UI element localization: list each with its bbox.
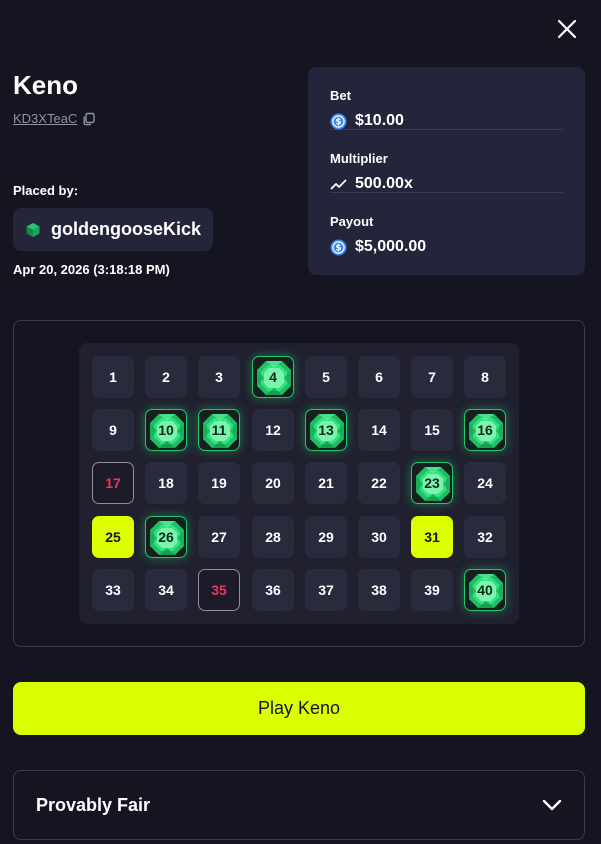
keno-tile-4[interactable]: 4 — [252, 356, 294, 398]
keno-tile-40[interactable]: 40 — [464, 569, 506, 611]
bet-stat: Bet $ $10.00 — [330, 67, 563, 130]
play-keno-button[interactable]: Play Keno — [13, 682, 585, 735]
placed-by-label: Placed by: — [13, 183, 79, 198]
keno-tile-31[interactable]: 31 — [411, 516, 453, 558]
keno-tile-29[interactable]: 29 — [305, 516, 347, 558]
username: goldengooseKick — [51, 219, 202, 239]
keno-tile-30[interactable]: 30 — [358, 516, 400, 558]
keno-tile-22[interactable]: 22 — [358, 462, 400, 504]
payout-label: Payout — [330, 214, 374, 229]
coin-icon: $ — [330, 113, 347, 129]
bet-timestamp: Apr 20, 2026 (3:18:18 PM) — [13, 262, 170, 277]
tile-number: 16 — [477, 422, 493, 438]
keno-tile-13[interactable]: 13 — [305, 409, 347, 451]
tile-number: 40 — [477, 582, 493, 598]
keno-tile-38[interactable]: 38 — [358, 569, 400, 611]
multiplier-value: 500.00x — [355, 175, 413, 192]
keno-tile-1[interactable]: 1 — [92, 356, 134, 398]
keno-tile-17[interactable]: 17 — [92, 462, 134, 504]
provably-fair-panel[interactable]: Provably Fair — [13, 770, 585, 840]
copy-icon[interactable] — [82, 112, 96, 126]
keno-tile-8[interactable]: 8 — [464, 356, 506, 398]
tile-number: 13 — [318, 422, 334, 438]
close-icon — [557, 19, 577, 39]
multiplier-label: Multiplier — [330, 151, 388, 166]
payout-stat: Payout $ $5,000.00 — [330, 193, 563, 256]
keno-tile-25[interactable]: 25 — [92, 516, 134, 558]
bet-stats-card: Bet $ $10.00 Multiplier 500.00x Payout $ — [308, 67, 585, 275]
keno-tile-10[interactable]: 10 — [145, 409, 187, 451]
tile-number: 11 — [211, 422, 227, 438]
close-button[interactable] — [554, 16, 580, 42]
keno-tile-39[interactable]: 39 — [411, 569, 453, 611]
payout-value: $5,000.00 — [355, 238, 427, 255]
keno-tile-19[interactable]: 19 — [198, 462, 240, 504]
keno-tile-16[interactable]: 16 — [464, 409, 506, 451]
trend-icon — [330, 179, 347, 189]
keno-tile-20[interactable]: 20 — [252, 462, 294, 504]
svg-text:$: $ — [336, 243, 342, 253]
keno-tile-11[interactable]: 11 — [198, 409, 240, 451]
multiplier-stat: Multiplier 500.00x — [330, 130, 563, 193]
page-title: Keno — [13, 70, 78, 100]
keno-tile-7[interactable]: 7 — [411, 356, 453, 398]
keno-tile-24[interactable]: 24 — [464, 462, 506, 504]
chevron-down-icon — [542, 799, 562, 811]
keno-tile-36[interactable]: 36 — [252, 569, 294, 611]
keno-tile-34[interactable]: 34 — [145, 569, 187, 611]
keno-tile-3[interactable]: 3 — [198, 356, 240, 398]
keno-tile-15[interactable]: 15 — [411, 409, 453, 451]
keno-tile-6[interactable]: 6 — [358, 356, 400, 398]
provably-fair-label: Provably Fair — [36, 794, 151, 815]
tile-number: 10 — [158, 422, 174, 438]
keno-tile-26[interactable]: 26 — [145, 516, 187, 558]
game-id-row: KD3XTeaC — [13, 111, 96, 126]
keno-tile-14[interactable]: 14 — [358, 409, 400, 451]
bet-label: Bet — [330, 88, 351, 103]
tile-number: 23 — [424, 475, 440, 491]
user-chip[interactable]: goldengooseKick — [13, 208, 214, 251]
keno-tile-37[interactable]: 37 — [305, 569, 347, 611]
keno-tile-28[interactable]: 28 — [252, 516, 294, 558]
keno-tile-12[interactable]: 12 — [252, 409, 294, 451]
keno-tile-35[interactable]: 35 — [198, 569, 240, 611]
coin-icon: $ — [330, 239, 347, 255]
keno-board: 1 2 3 4 5 6 7 8 9 10 11 12 13 14 15 16 17 18 19 20 21 22 23 24 2… — [79, 343, 519, 624]
keno-tile-5[interactable]: 5 — [305, 356, 347, 398]
tile-number: 26 — [158, 529, 174, 545]
keno-tile-27[interactable]: 27 — [198, 516, 240, 558]
svg-text:$: $ — [336, 117, 342, 127]
keno-tile-21[interactable]: 21 — [305, 462, 347, 504]
keno-tile-18[interactable]: 18 — [145, 462, 187, 504]
keno-tile-2[interactable]: 2 — [145, 356, 187, 398]
keno-tile-33[interactable]: 33 — [92, 569, 134, 611]
cube-icon — [26, 222, 40, 237]
keno-tile-9[interactable]: 9 — [92, 409, 134, 451]
keno-tile-32[interactable]: 32 — [464, 516, 506, 558]
game-id-link[interactable]: KD3XTeaC — [13, 111, 77, 126]
bet-value: $10.00 — [355, 112, 404, 129]
keno-tile-23[interactable]: 23 — [411, 462, 453, 504]
tile-number: 4 — [269, 369, 277, 385]
